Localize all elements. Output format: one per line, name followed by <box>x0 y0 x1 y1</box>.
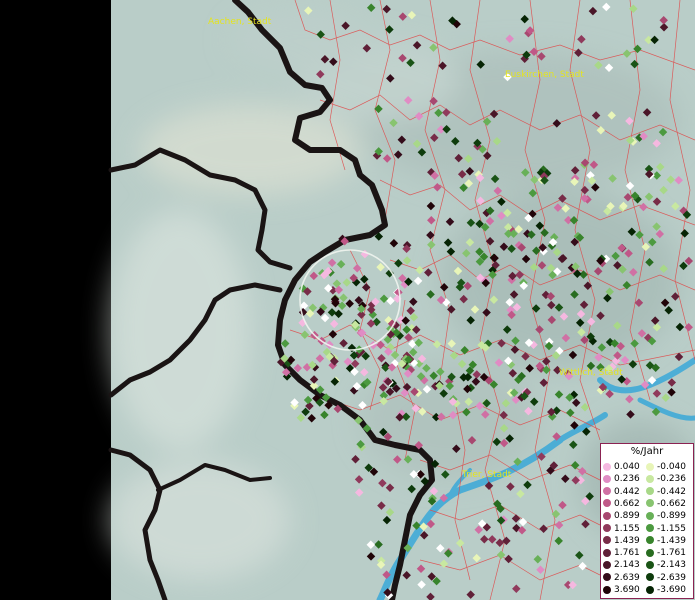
legend-value: -0.662 <box>657 498 687 509</box>
city-label-aachen: Aachen, Stadt <box>208 17 272 27</box>
legend-swatch <box>603 560 611 569</box>
legend-value: -0.040 <box>657 462 687 472</box>
city-label-euskirchen: Euskirchen, Stadt <box>505 70 584 80</box>
legend-row-negative-2: -0.442 <box>646 486 686 498</box>
legend-row-positive-10: 3.690 <box>603 584 640 596</box>
legend-row-positive-2: 0.442 <box>603 486 640 498</box>
legend-swatch <box>646 524 654 532</box>
legend-row-positive-1: 0.236 <box>603 473 640 485</box>
legend-value: 2.639 <box>614 572 640 583</box>
legend-swatch <box>603 462 611 471</box>
legend-row-positive-3: 0.662 <box>603 498 640 510</box>
legend-swatch <box>603 585 611 594</box>
legend-value: 1.439 <box>614 535 640 546</box>
legend-value: 0.040 <box>614 462 640 472</box>
legend-value: -2.639 <box>657 572 687 583</box>
map-canvas[interactable]: Aachen, Stadt Euskirchen, Stadt Wittlich… <box>0 0 695 600</box>
legend-value: 0.899 <box>614 511 640 522</box>
legend-row-negative-1: -0.236 <box>646 473 686 485</box>
legend-row-negative-9: -2.639 <box>646 572 686 584</box>
legend-title: %/Jahr <box>630 446 664 457</box>
city-label-wittlich: Wittlich, Stadt <box>559 368 623 378</box>
legend-value: 1.761 <box>614 548 640 559</box>
legend-swatch <box>646 474 654 483</box>
legend-row-negative-7: -1.761 <box>646 547 686 559</box>
legend-row-positive-7: 1.761 <box>603 547 640 559</box>
legend-row-positive-9: 2.639 <box>603 572 640 584</box>
legend-value: -1.761 <box>657 548 687 559</box>
legend-row-positive-5: 1.155 <box>603 523 640 535</box>
city-label-trier: Trier, Stadt <box>461 470 512 480</box>
legend-swatch <box>646 487 654 496</box>
legend-swatch <box>646 548 654 557</box>
legend-value: 1.155 <box>614 523 640 534</box>
legend-swatch <box>603 536 611 545</box>
legend-swatch <box>646 499 654 508</box>
legend-row-positive-6: 1.439 <box>603 535 640 547</box>
legend-row-positive-8: 2.143 <box>603 559 640 571</box>
legend-swatch <box>646 560 654 569</box>
legend-value: -0.442 <box>657 486 687 497</box>
legend-row-positive-0: 0.040 <box>603 461 640 473</box>
legend-swatch <box>603 548 611 557</box>
legend-swatch <box>603 499 611 508</box>
legend-value: 0.442 <box>614 486 640 497</box>
legend-value: -1.155 <box>657 523 687 534</box>
legend-swatch <box>646 585 654 594</box>
legend-value: 3.690 <box>614 585 640 595</box>
legend-row-negative-3: -0.662 <box>646 498 686 510</box>
legend-value: 0.236 <box>614 474 640 485</box>
legend-swatch <box>646 511 654 520</box>
legend-value: -2.143 <box>657 560 687 571</box>
legend-row-negative-10: -3.690 <box>646 584 686 596</box>
legend-value: -0.899 <box>657 511 687 522</box>
legend-row-negative-5: -1.155 <box>646 523 686 535</box>
legend-row-negative-8: -2.143 <box>646 559 686 571</box>
legend-row-negative-4: -0.899 <box>646 510 686 522</box>
legend-swatch <box>603 487 611 496</box>
legend-swatch <box>646 462 654 471</box>
legend-swatch <box>603 524 611 532</box>
legend-value: 2.143 <box>614 560 640 571</box>
legend-value: -0.236 <box>657 474 687 485</box>
legend-row-positive-4: 0.899 <box>603 510 640 522</box>
legend-swatch <box>646 573 654 582</box>
map-margin <box>0 0 111 600</box>
legend-swatch <box>603 474 611 483</box>
legend-value: 0.662 <box>614 498 640 509</box>
legend-row-negative-6: -1.439 <box>646 535 686 547</box>
legend-panel: %/Jahr 0.040 0.236 0.442 0.662 0.899 1.155 1.4… <box>600 443 694 599</box>
legend-value: -1.439 <box>657 535 687 546</box>
legend-swatch <box>646 536 654 545</box>
legend-row-negative-0: -0.040 <box>646 461 686 473</box>
legend-swatch <box>603 511 611 520</box>
legend-swatch <box>603 573 611 582</box>
legend-value: -3.690 <box>657 585 687 595</box>
